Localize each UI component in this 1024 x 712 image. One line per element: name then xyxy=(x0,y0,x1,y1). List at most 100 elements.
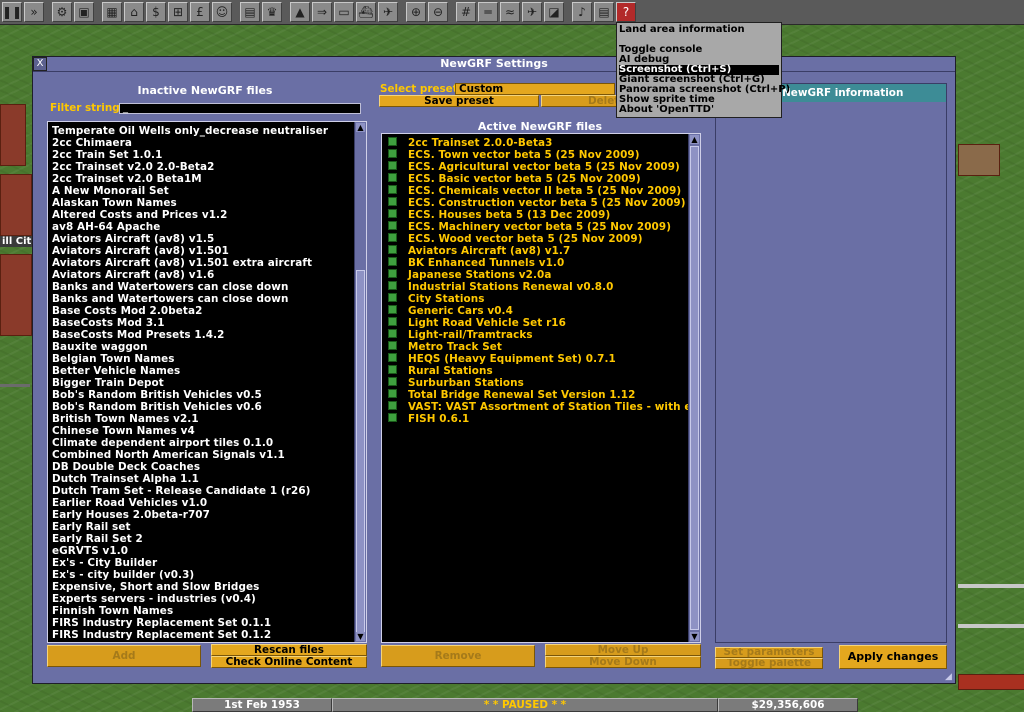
active-grf-item[interactable]: 2cc Trainset 2.0.0-Beta3 xyxy=(382,137,688,149)
toggle-palette-button[interactable]: Toggle palette xyxy=(715,658,823,669)
inactive-grf-item[interactable]: BaseCosts Mod 3.1 xyxy=(48,317,354,329)
scroll-down-arrow-icon[interactable]: ▼ xyxy=(690,632,699,641)
active-grf-item[interactable]: Surburban Stations xyxy=(382,377,688,389)
news-icon[interactable]: ▤ xyxy=(594,2,614,22)
inactive-grf-list[interactable]: Temperate Oil Wells only_decrease neutra… xyxy=(47,121,367,643)
aircraft-list-icon[interactable]: ✈ xyxy=(378,2,398,22)
inactive-grf-item[interactable]: Ex's - City Builder xyxy=(48,557,354,569)
road-vehicle-list-icon[interactable]: ▭ xyxy=(334,2,354,22)
landscaping-icon[interactable]: ◪ xyxy=(544,2,564,22)
station-list-icon[interactable]: ⊞ xyxy=(168,2,188,22)
active-grf-item[interactable]: Light-rail/Tramtracks xyxy=(382,329,688,341)
inactive-grf-item[interactable]: av8 AH-64 Apache xyxy=(48,221,354,233)
inactive-grf-item[interactable]: Banks and Watertowers can close down xyxy=(48,293,354,305)
build-air-icon[interactable]: ✈ xyxy=(522,2,542,22)
scrollbar-thumb[interactable] xyxy=(356,270,365,640)
inactive-grf-item[interactable]: Experts servers - industries (v0.4) xyxy=(48,593,354,605)
finances-icon[interactable]: £ xyxy=(190,2,210,22)
inactive-grf-item[interactable]: Bigger Train Depot xyxy=(48,377,354,389)
active-grf-item[interactable]: Total Bridge Renewal Set Version 1.12 xyxy=(382,389,688,401)
fast-forward-icon[interactable]: » xyxy=(24,2,44,22)
inactive-grf-item[interactable]: Finnish Town Names xyxy=(48,605,354,617)
inactive-grf-item[interactable]: FIRS Industry Replacement Set 0.1.2 xyxy=(48,629,354,641)
active-grf-item[interactable]: Light Road Vehicle Set r16 xyxy=(382,317,688,329)
inactive-grf-item[interactable]: Aviators Aircraft (av8) v1.501 xyxy=(48,245,354,257)
town-directory-icon[interactable]: ⌂ xyxy=(124,2,144,22)
save-disk-icon[interactable]: ▣ xyxy=(74,2,94,22)
inactive-grf-item[interactable]: Aviators Aircraft (av8) v1.501 extra air… xyxy=(48,257,354,269)
active-grf-item[interactable]: Rural Stations xyxy=(382,365,688,377)
active-grf-item[interactable]: Industrial Stations Renewal v0.8.0 xyxy=(382,281,688,293)
set-parameters-button[interactable]: Set parameters xyxy=(715,647,823,658)
active-grf-item[interactable]: ECS. Machinery vector beta 5 (25 Nov 200… xyxy=(382,221,688,233)
build-water-icon[interactable]: ≈ xyxy=(500,2,520,22)
active-list-scrollbar[interactable]: ▲ ▼ xyxy=(688,134,700,642)
inactive-grf-item[interactable]: Base Costs Mod 2.0beta2 xyxy=(48,305,354,317)
save-preset-button[interactable]: Save preset xyxy=(379,95,539,107)
inactive-grf-item[interactable]: Banks and Watertowers can close down xyxy=(48,281,354,293)
active-grf-item[interactable]: Metro Track Set xyxy=(382,341,688,353)
inactive-grf-item[interactable]: Early Rail Set 2 xyxy=(48,533,354,545)
active-grf-item[interactable]: ECS. Construction vector beta 5 (25 Nov … xyxy=(382,197,688,209)
scroll-down-arrow-icon[interactable]: ▼ xyxy=(356,632,365,641)
pause-icon[interactable]: ❚❚ xyxy=(2,2,22,22)
inactive-grf-item[interactable]: Belgian Town Names xyxy=(48,353,354,365)
inactive-grf-item[interactable]: 2cc Chimaera xyxy=(48,137,354,149)
inactive-grf-item[interactable]: BaseCosts Mod Presets 1.4.2 xyxy=(48,329,354,341)
inactive-grf-item[interactable]: Chinese Town Names v4 xyxy=(48,425,354,437)
inactive-grf-item[interactable]: Altered Costs and Prices v1.2 xyxy=(48,209,354,221)
build-road-icon[interactable]: ═ xyxy=(478,2,498,22)
move-up-button[interactable]: Move Up xyxy=(545,644,701,656)
inactive-grf-item[interactable]: Early Houses 2.0beta-r707 xyxy=(48,509,354,521)
scrollbar-thumb[interactable] xyxy=(690,146,699,630)
inactive-grf-item[interactable]: Better Vehicle Names xyxy=(48,365,354,377)
inactive-grf-item[interactable]: Climate dependent airport tiles 0.1.0 xyxy=(48,437,354,449)
active-grf-item[interactable]: ECS. Agricultural vector beta 5 (25 Nov … xyxy=(382,161,688,173)
inactive-grf-item[interactable]: A New Monorail Set xyxy=(48,185,354,197)
add-button[interactable]: Add xyxy=(47,645,201,667)
inactive-grf-item[interactable]: Bob's Random British Vehicles v0.6 xyxy=(48,401,354,413)
active-grf-item[interactable]: ECS. Houses beta 5 (13 Dec 2009) xyxy=(382,209,688,221)
build-rail-icon[interactable]: # xyxy=(456,2,476,22)
inactive-grf-item[interactable]: Alaskan Town Names xyxy=(48,197,354,209)
active-grf-item[interactable]: ECS. Basic vector beta 5 (25 Nov 2009) xyxy=(382,173,688,185)
industry-icon[interactable]: ▲ xyxy=(290,2,310,22)
window-close-button[interactable]: X xyxy=(33,57,47,71)
inactive-grf-item[interactable]: Early Rail set xyxy=(48,521,354,533)
help-menu-item[interactable]: About 'OpenTTD' xyxy=(619,105,779,115)
filter-string-input[interactable]: _ xyxy=(119,103,361,114)
active-grf-list[interactable]: 2cc Trainset 2.0.0-Beta3 ECS. Town vector… xyxy=(381,133,701,643)
help-menu-item[interactable]: Land area information xyxy=(619,25,779,35)
resize-grip-icon[interactable]: ◢ xyxy=(945,673,954,682)
scroll-up-arrow-icon[interactable]: ▲ xyxy=(356,123,365,132)
ship-list-icon[interactable]: ⛴ xyxy=(356,2,376,22)
zoom-out-icon[interactable]: ⊖ xyxy=(428,2,448,22)
inactive-grf-item[interactable]: Dutch Trainset Alpha 1.1 xyxy=(48,473,354,485)
active-grf-item[interactable]: FISH 0.6.1 xyxy=(382,413,688,425)
inactive-grf-item[interactable]: Bob's Random British Vehicles v0.5 xyxy=(48,389,354,401)
league-trophy-icon[interactable]: ♛ xyxy=(262,2,282,22)
inactive-grf-item[interactable]: British Town Names v2.1 xyxy=(48,413,354,425)
active-grf-item[interactable]: Generic Cars v0.4 xyxy=(382,305,688,317)
inactive-grf-item[interactable]: Temperate Oil Wells only_decrease neutra… xyxy=(48,125,354,137)
active-grf-item[interactable]: Aviators Aircraft (av8) v1.7 xyxy=(382,245,688,257)
inactive-grf-item[interactable]: Combined North American Signals v1.1 xyxy=(48,449,354,461)
graphs-icon[interactable]: ▤ xyxy=(240,2,260,22)
inactive-grf-item[interactable]: Ex's - city builder (v0.3) xyxy=(48,569,354,581)
apply-changes-button[interactable]: Apply changes xyxy=(839,645,947,669)
inactive-grf-item[interactable]: Aviators Aircraft (av8) v1.6 xyxy=(48,269,354,281)
settings-gear-icon[interactable]: ⚙ xyxy=(52,2,72,22)
inactive-grf-item[interactable]: Expensive, Short and Slow Bridges xyxy=(48,581,354,593)
inactive-grf-item[interactable]: 2cc Trainset v2.0 2.0-Beta2 xyxy=(48,161,354,173)
move-down-button[interactable]: Move Down xyxy=(545,656,701,668)
active-grf-item[interactable]: BK Enhanced Tunnels v1.0 xyxy=(382,257,688,269)
inactive-grf-item[interactable]: FIRS Industry Replacement Set 0.1.1 xyxy=(48,617,354,629)
inactive-grf-item[interactable]: 2cc Train Set 1.0.1 xyxy=(48,149,354,161)
company-face-icon[interactable]: ☺ xyxy=(212,2,232,22)
active-grf-item[interactable]: VAST: VAST Assortment of Station Tiles -… xyxy=(382,401,688,413)
inactive-grf-item[interactable]: DB Double Deck Coaches xyxy=(48,461,354,473)
inactive-grf-item[interactable]: Bauxite waggon xyxy=(48,341,354,353)
train-list-icon[interactable]: ⇒ xyxy=(312,2,332,22)
active-grf-item[interactable]: ECS. Town vector beta 5 (25 Nov 2009) xyxy=(382,149,688,161)
help-icon[interactable]: ? xyxy=(616,2,636,22)
